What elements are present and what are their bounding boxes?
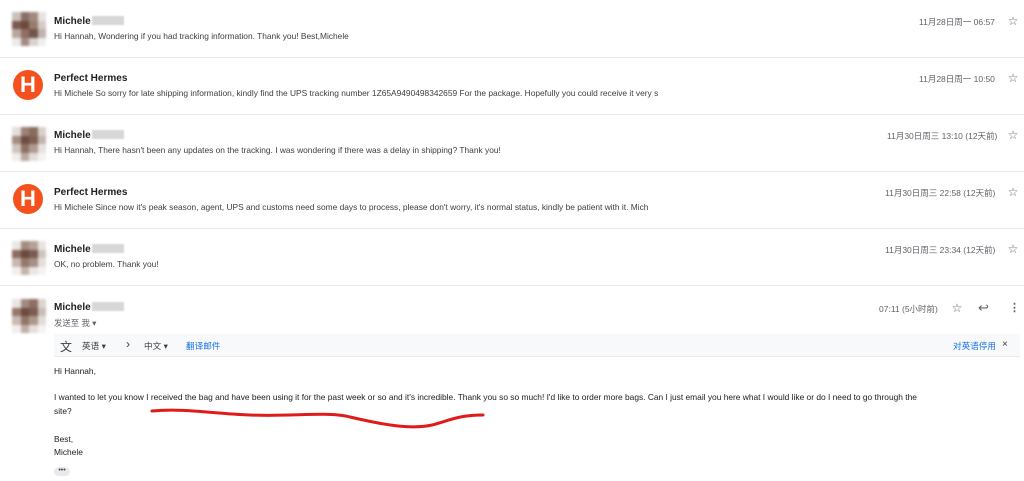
red-annotation-stroke — [150, 408, 485, 429]
